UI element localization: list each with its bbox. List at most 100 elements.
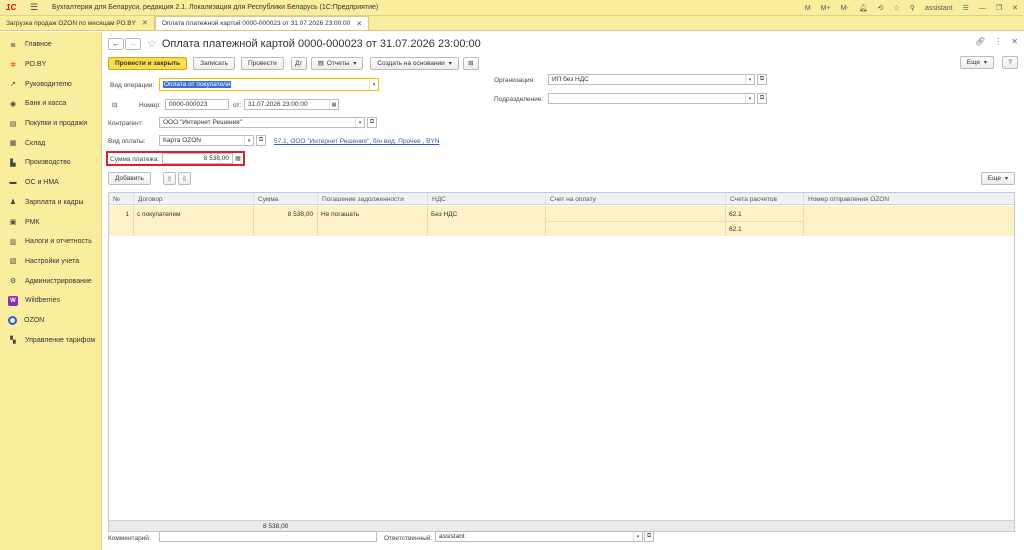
- move-down-icon[interactable]: ⇩: [178, 172, 191, 185]
- cell-account-1[interactable]: 62.1: [725, 208, 803, 220]
- organization-field[interactable]: ИП без НДС ▾: [548, 74, 755, 85]
- post-and-close-button[interactable]: Провести и закрыть: [108, 56, 188, 70]
- forward-arrow-icon[interactable]: →: [125, 37, 141, 50]
- sidebar-item-salary[interactable]: ♟ Зарплата и кадры: [0, 193, 101, 213]
- chevron-down-icon[interactable]: ▾: [369, 79, 378, 90]
- open-link-icon[interactable]: ⧉: [757, 93, 767, 104]
- create-based-on-button[interactable]: Создать на основании ▾: [370, 56, 459, 70]
- calculator-icon[interactable]: ▦: [233, 153, 243, 164]
- cell-repayment[interactable]: Не погашать: [317, 208, 427, 220]
- more-vertical-icon[interactable]: ⋮: [994, 37, 1002, 46]
- favorites-icon[interactable]: ☆: [894, 4, 900, 12]
- structure-icon[interactable]: ⊞: [462, 56, 479, 70]
- search-icon[interactable]: ⚲: [910, 4, 915, 12]
- move-up-icon[interactable]: ⇧: [163, 172, 176, 185]
- sidebar-item-roby[interactable]: ✲ РО.BY: [0, 55, 101, 75]
- comment-label: Комментарий:: [108, 535, 151, 542]
- maximize-icon[interactable]: ❐: [996, 4, 1002, 12]
- sidebar-item-rmk[interactable]: ▣ РМК: [0, 212, 101, 232]
- document-icon[interactable]: ⊟: [112, 101, 117, 109]
- payment-details-link[interactable]: 57.1, ООО "Интернет Решения", б/н вид: П…: [274, 138, 439, 145]
- reports-button[interactable]: ▤ Отчеты ▾: [310, 56, 364, 70]
- sidebar-item-ozon[interactable]: OZON: [0, 311, 101, 331]
- calendar-icon[interactable]: ▦: [329, 100, 338, 109]
- sidebar-item-label: Настройки учета: [25, 257, 80, 265]
- bell-icon[interactable]: 🔔︎: [859, 4, 868, 12]
- history-icon[interactable]: ⟲: [878, 4, 884, 12]
- help-button[interactable]: ?: [1002, 56, 1018, 69]
- sidebar-item-warehouse[interactable]: ▦ Склад: [0, 133, 101, 153]
- amount-field[interactable]: 8 538,00: [162, 153, 233, 164]
- payment-type-field[interactable]: Карта OZON ▾: [159, 135, 254, 146]
- sidebar-item-admin[interactable]: ⚙ Администрирование: [0, 271, 101, 291]
- settings-menu-icon[interactable]: ☰: [963, 4, 969, 12]
- minimize-icon[interactable]: —: [979, 5, 986, 12]
- sidebar-item-main[interactable]: ≣ Главное: [0, 35, 101, 55]
- col-header-n[interactable]: №: [109, 193, 133, 205]
- open-link-icon[interactable]: ⧉: [644, 531, 654, 542]
- subdivision-field[interactable]: ▾: [548, 93, 755, 104]
- sidebar-item-production[interactable]: ▙ Производство: [0, 153, 101, 173]
- link-icon[interactable]: 🔗︎: [975, 37, 985, 46]
- user-name[interactable]: assistant: [925, 5, 953, 12]
- save-button[interactable]: Записать: [193, 56, 235, 70]
- memory-m-minus-button[interactable]: M-: [841, 5, 849, 12]
- col-header-ozon-shipment[interactable]: Номер отправления OZON: [803, 193, 1015, 205]
- add-row-button[interactable]: Добавить: [108, 172, 151, 185]
- cell-ozon-shipment[interactable]: [803, 208, 1015, 220]
- journal-icon[interactable]: Дт: [290, 56, 307, 70]
- col-header-sum[interactable]: Сумма: [253, 193, 317, 205]
- sidebar-item-bank[interactable]: ◉ Банк и касса: [0, 94, 101, 114]
- post-button[interactable]: Провести: [240, 56, 284, 70]
- chevron-down-icon[interactable]: ▾: [355, 118, 364, 127]
- sidebar-item-settings[interactable]: ▧ Настройки учета: [0, 252, 101, 272]
- table-row[interactable]: 1 с покупателем 8 538,00 Не погашать Без…: [109, 206, 1014, 236]
- table-more-button[interactable]: Еще ▾: [980, 172, 1015, 185]
- sidebar-item-director[interactable]: ↗ Руководителю: [0, 74, 101, 94]
- close-icon[interactable]: ✕: [142, 19, 148, 27]
- sidebar-item-fixed-assets[interactable]: ▬ ОС и НМА: [0, 173, 101, 193]
- back-arrow-icon[interactable]: ←: [108, 37, 124, 50]
- chevron-down-icon[interactable]: ▾: [633, 532, 642, 541]
- row-divider: [545, 221, 803, 222]
- open-link-icon[interactable]: ⧉: [367, 117, 377, 128]
- cell-contract[interactable]: с покупателем: [133, 208, 253, 220]
- memory-m-button[interactable]: M: [805, 5, 811, 12]
- contractor-field[interactable]: ООО "Интернет Решения" ▾: [159, 117, 365, 128]
- close-icon[interactable]: ✕: [1012, 4, 1018, 12]
- cell-n[interactable]: 1: [109, 208, 133, 220]
- chevron-down-icon[interactable]: ▾: [745, 75, 754, 84]
- open-link-icon[interactable]: ⧉: [757, 74, 767, 85]
- col-header-invoice[interactable]: Счет на оплату: [545, 193, 725, 205]
- cell-vat[interactable]: Без НДС: [427, 208, 545, 220]
- more-button[interactable]: Еще ▾: [959, 56, 994, 69]
- col-header-vat[interactable]: НДС: [427, 193, 545, 205]
- cell-sum[interactable]: 8 538,00: [253, 208, 317, 220]
- app-logo[interactable]: 1С: [6, 3, 24, 12]
- tab-ozon-sales-import[interactable]: Загрузка продаж OZON по месяцам РО.BY ✕: [0, 16, 155, 30]
- date-field[interactable]: 31.07.2026 23:00:00 ▦: [244, 99, 339, 110]
- operation-type-field[interactable]: Оплата от покупателя ▾: [159, 78, 379, 91]
- number-value: 0000-000023: [169, 101, 208, 108]
- sidebar-item-tariff[interactable]: ▚ Управление тарифом: [0, 330, 101, 350]
- number-field[interactable]: 0000-000023: [165, 99, 229, 110]
- memory-m-plus-button[interactable]: M+: [821, 5, 831, 12]
- responsible-field[interactable]: assistant ▾: [435, 531, 643, 542]
- comment-field[interactable]: [159, 531, 377, 542]
- cell-invoice[interactable]: [545, 208, 725, 220]
- close-icon[interactable]: ✕: [356, 20, 362, 28]
- col-header-contract[interactable]: Договор: [133, 193, 253, 205]
- close-icon[interactable]: ✕: [1011, 37, 1018, 46]
- sidebar-item-taxes[interactable]: ▥ Налоги и отчетность: [0, 232, 101, 252]
- col-header-repayment[interactable]: Погашение задолженности: [317, 193, 427, 205]
- sidebar-item-purchases[interactable]: ▤ Покупки и продажи: [0, 114, 101, 134]
- open-link-icon[interactable]: ⧉: [256, 135, 266, 146]
- main-menu-icon[interactable]: ☰: [30, 2, 42, 13]
- col-header-accounts[interactable]: Счета расчетов: [725, 193, 803, 205]
- chevron-down-icon[interactable]: ▾: [745, 94, 754, 103]
- cell-account-2[interactable]: 62.1: [725, 223, 803, 235]
- sidebar-item-wildberries[interactable]: W Wildberries: [0, 291, 101, 311]
- favorite-star-icon[interactable]: ☆: [147, 37, 157, 50]
- chevron-down-icon[interactable]: ▾: [244, 136, 253, 145]
- tab-card-payment[interactable]: Оплата платежной картой 0000-000023 от 3…: [154, 16, 370, 30]
